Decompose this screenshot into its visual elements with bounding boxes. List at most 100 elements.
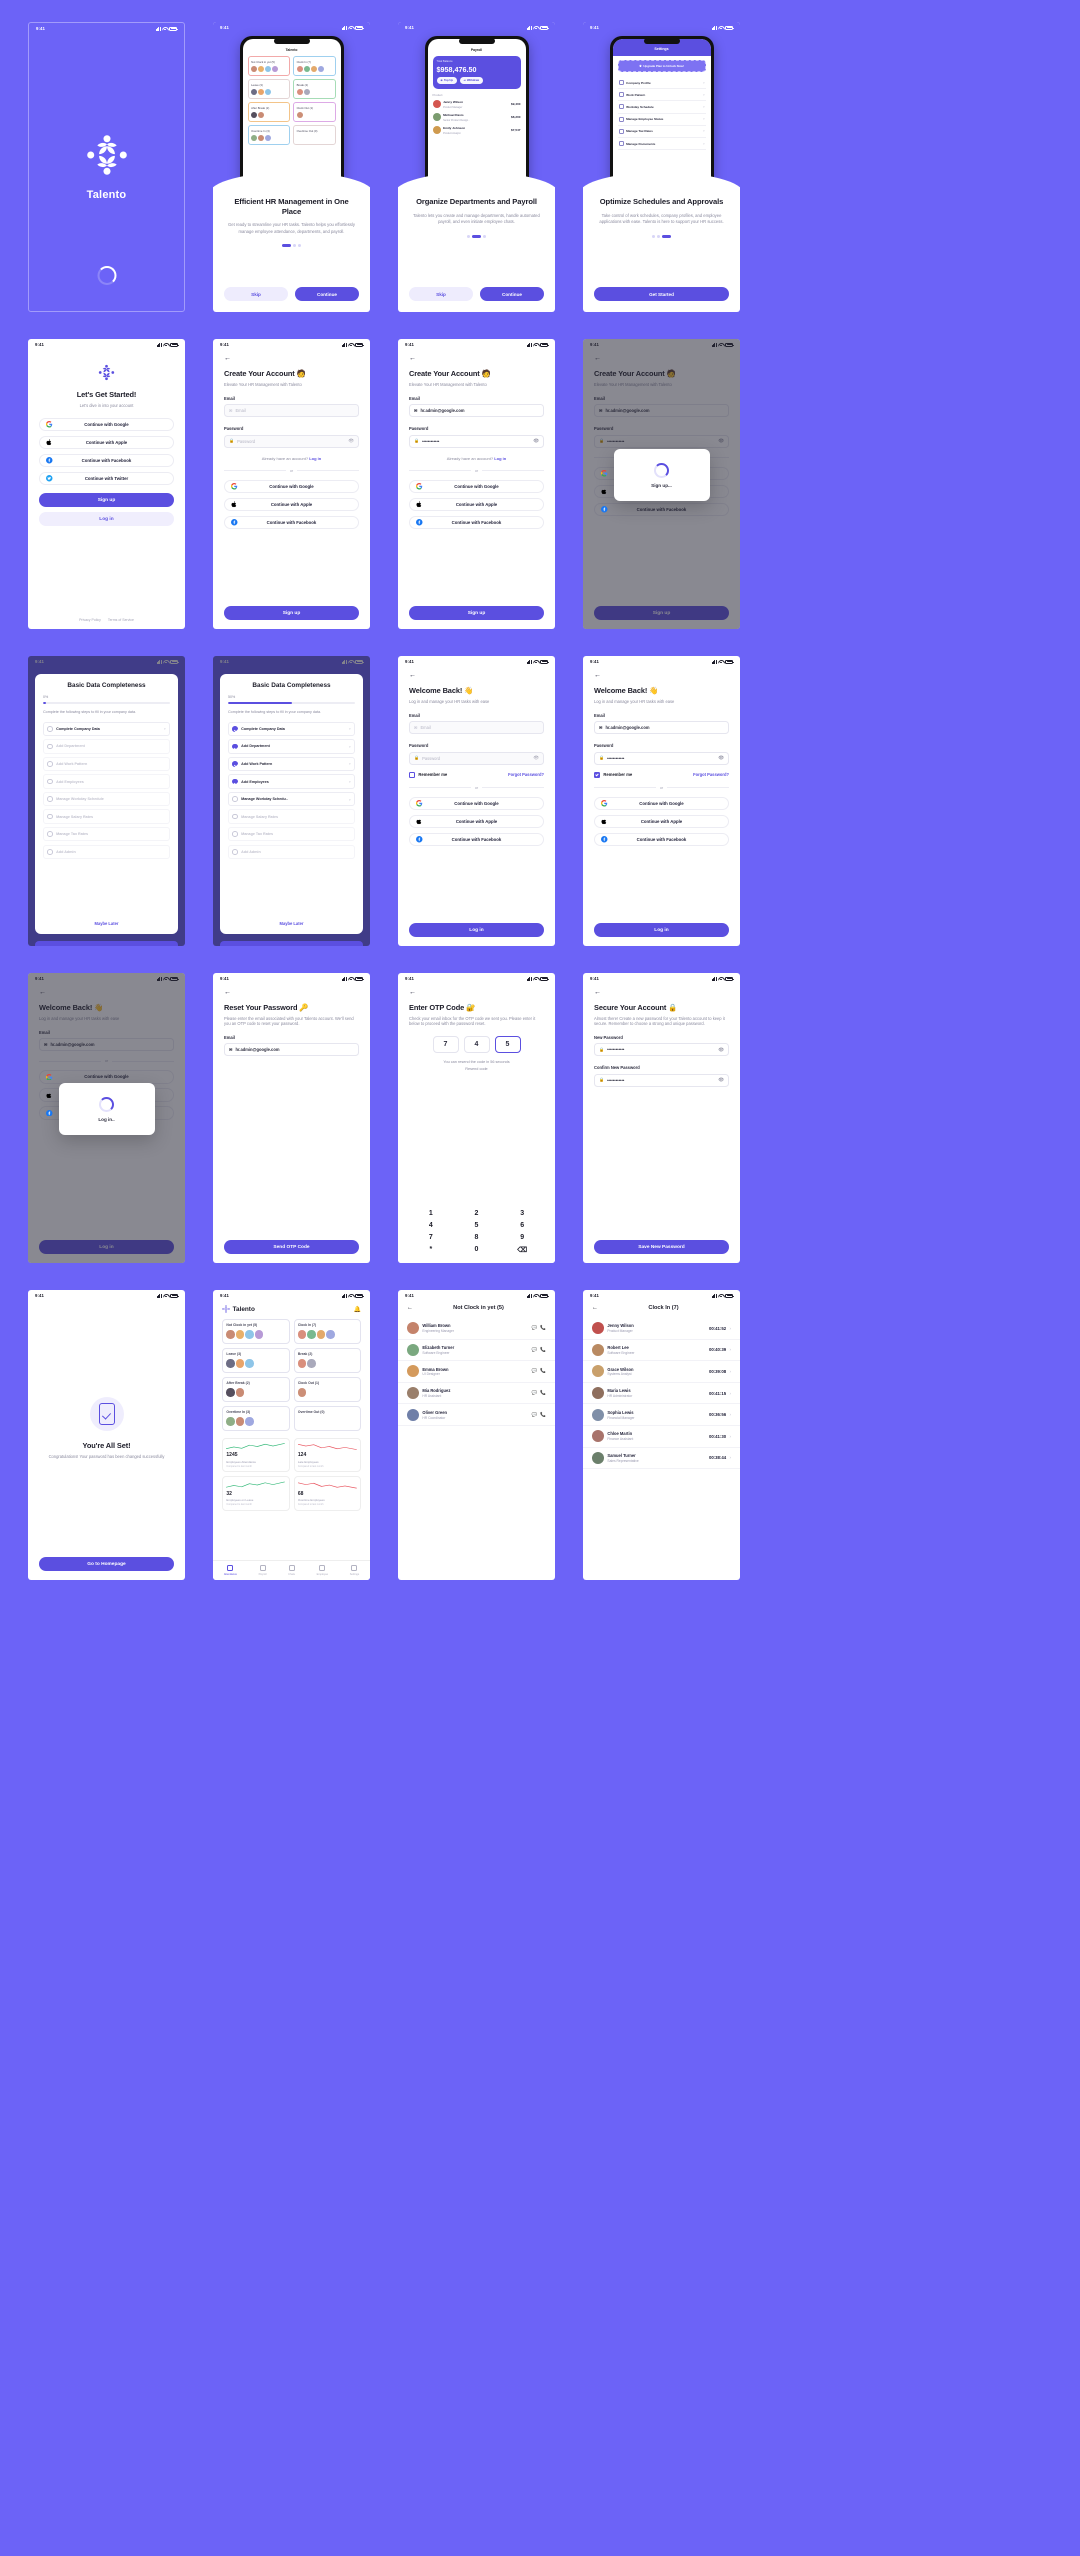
- tab-employee[interactable]: Employee: [317, 1565, 328, 1576]
- payroll-row[interactable]: Michael Davis Senior Product Design.. $8,2…: [432, 112, 521, 122]
- phone-icon[interactable]: 📞: [540, 1347, 546, 1353]
- key-2[interactable]: 2: [454, 1210, 500, 1217]
- send-otp-button[interactable]: Send OTP Code: [224, 1240, 359, 1254]
- continue-with-facebook-button[interactable]: Continue with Facebook: [409, 515, 544, 529]
- phone-icon[interactable]: 📞: [540, 1325, 546, 1331]
- eye-off-icon[interactable]: 👁: [533, 438, 539, 444]
- otp-digit-2[interactable]: 4: [463, 1035, 490, 1053]
- upgrade-banner[interactable]: ♛ Upgrade Plan to Unlock Now!: [617, 60, 706, 72]
- list-item[interactable]: Oliver Green HR Coordinator 💬 📞: [398, 1404, 555, 1426]
- password-field[interactable]: 🔒•••••••••••• 👁: [594, 751, 729, 765]
- signup-button[interactable]: Sign up: [224, 606, 359, 620]
- continue-with-google-button[interactable]: Continue with Google: [39, 417, 174, 431]
- maybe-later-button[interactable]: Maybe Later: [220, 921, 363, 926]
- email-field[interactable]: ✉ Email: [409, 721, 544, 734]
- back-arrow-icon[interactable]: ←: [409, 672, 544, 679]
- step-row[interactable]: Complete Company Data ›: [43, 721, 170, 737]
- continue-with-twitter-button[interactable]: Continue with Twitter: [39, 471, 174, 485]
- key-7[interactable]: 7: [408, 1234, 454, 1241]
- back-arrow-icon[interactable]: ←: [224, 355, 359, 362]
- settings-row[interactable]: Work Pattern ›: [617, 89, 706, 102]
- tile-overtime-in[interactable]: Overtime In (3): [222, 1406, 290, 1431]
- back-arrow-icon[interactable]: ←: [409, 355, 544, 362]
- continue-with-google-button[interactable]: Continue with Google: [409, 796, 544, 810]
- continue-with-facebook-button[interactable]: Continue with Facebook: [224, 515, 359, 529]
- key-star[interactable]: *: [408, 1246, 454, 1254]
- email-field[interactable]: ✉hr.admin@google.com: [224, 1043, 359, 1056]
- login-button[interactable]: Log in: [409, 923, 544, 937]
- eye-off-icon[interactable]: 👁: [533, 755, 539, 761]
- confirm-password-field[interactable]: 🔒 •••••••••••• 👁: [594, 1073, 729, 1087]
- email-field[interactable]: ✉hr.admin@google.com: [594, 721, 729, 734]
- back-arrow-icon[interactable]: ←: [407, 1305, 413, 1311]
- top-up-button[interactable]: ⊕ Top Up: [436, 76, 458, 85]
- eye-off-icon[interactable]: 👁: [718, 1077, 724, 1083]
- back-arrow-icon[interactable]: ←: [592, 1305, 598, 1311]
- key-6[interactable]: 6: [499, 1222, 545, 1229]
- stat-card[interactable]: 124 Late Employees Compared to last month: [293, 1438, 361, 1473]
- continue-with-google-button[interactable]: Continue with Google: [224, 479, 359, 493]
- key-3[interactable]: 3: [499, 1210, 545, 1217]
- skip-button[interactable]: Skip: [409, 287, 473, 301]
- maybe-later-button[interactable]: Maybe Later: [35, 921, 178, 926]
- backspace-icon[interactable]: ⌫: [499, 1246, 545, 1254]
- new-password-field[interactable]: 🔒 •••••••••••• 👁: [594, 1043, 729, 1056]
- list-item[interactable]: Grace Wilson Systems Analyst 00:39:08 ›: [583, 1361, 740, 1383]
- tile-leave[interactable]: Leave (3): [222, 1348, 290, 1373]
- signup-button[interactable]: Sign up: [409, 606, 544, 620]
- continue-with-apple-button[interactable]: Continue with Apple: [224, 497, 359, 511]
- continue-with-google-button[interactable]: Continue with Google: [594, 796, 729, 810]
- remember-me-checkbox[interactable]: [409, 771, 415, 778]
- settings-row[interactable]: Manage Tax Rates ›: [617, 126, 706, 138]
- settings-row[interactable]: Workday Schedule ›: [617, 101, 706, 114]
- resend-code-link[interactable]: Resend code: [409, 1067, 544, 1071]
- forgot-password-link[interactable]: Forgot Password?: [508, 772, 544, 777]
- continue-with-google-button[interactable]: Continue with Google: [409, 479, 544, 493]
- eye-off-icon[interactable]: 👁: [348, 438, 354, 444]
- chat-icon[interactable]: 💬: [532, 1412, 538, 1418]
- skip-button[interactable]: Skip: [224, 287, 288, 301]
- tile-break[interactable]: Break (2): [293, 1348, 361, 1373]
- tab-settings[interactable]: Settings: [350, 1565, 359, 1576]
- continue-with-facebook-button[interactable]: Continue with Facebook: [594, 832, 729, 846]
- phone-icon[interactable]: 📞: [540, 1412, 546, 1418]
- eye-off-icon[interactable]: 👁: [718, 755, 724, 761]
- terms-of-service-link[interactable]: Terms of Service: [108, 618, 134, 622]
- key-9[interactable]: 9: [499, 1234, 545, 1241]
- otp-digit-1[interactable]: 7: [432, 1035, 459, 1053]
- key-1[interactable]: 1: [408, 1210, 454, 1217]
- chat-icon[interactable]: 💬: [532, 1368, 538, 1374]
- list-item[interactable]: Mia Rodriguez HR Assistant 💬 📞: [398, 1383, 555, 1405]
- list-item[interactable]: Maria Lewis HR Administrator 00:41:15 ›: [583, 1383, 740, 1405]
- password-field[interactable]: 🔒 Password 👁: [409, 751, 544, 765]
- key-4[interactable]: 4: [408, 1222, 454, 1229]
- stat-card[interactable]: 32 Employees on Leave Compared to last mon…: [222, 1476, 290, 1511]
- remember-me-checkbox[interactable]: [594, 771, 600, 778]
- continue-button[interactable]: Continue: [295, 287, 359, 301]
- key-5[interactable]: 5: [454, 1222, 500, 1229]
- save-password-button[interactable]: Save New Password: [594, 1240, 729, 1254]
- tab-payroll[interactable]: Payroll: [259, 1565, 267, 1576]
- step-row[interactable]: Add Employees ›: [228, 774, 355, 789]
- step-row[interactable]: Add Work Pattern ›: [228, 756, 355, 772]
- tile-overtime-out[interactable]: Overtime Out (0): [293, 1406, 361, 1431]
- payroll-row[interactable]: Jenny Wilson Product Manager $9,400: [432, 99, 521, 109]
- step-row[interactable]: Manage Workday Schedu.. ›: [228, 791, 355, 807]
- back-arrow-icon[interactable]: ←: [594, 989, 729, 996]
- list-item[interactable]: William Brown Engineering Manager 💬 📞: [398, 1318, 555, 1340]
- step-row[interactable]: Add Department ›: [228, 739, 355, 754]
- stat-card[interactable]: 68 Overtime Employees Compared to last mon…: [293, 1476, 361, 1511]
- tab-attendance[interactable]: Attendance: [224, 1565, 237, 1576]
- tile-after-break[interactable]: After Break (2): [222, 1377, 290, 1402]
- list-item[interactable]: Jenny Wilson Product Manager 00:41:52 ›: [583, 1318, 740, 1340]
- login-link[interactable]: Log in: [309, 456, 321, 461]
- withdraw-button[interactable]: ⇥ Withdraw: [459, 76, 484, 85]
- list-item[interactable]: Samuel Turner Sales Representative 00:38:4…: [583, 1448, 740, 1470]
- signup-button[interactable]: Sign up: [39, 493, 174, 507]
- privacy-policy-link[interactable]: Privacy Policy: [79, 618, 101, 622]
- email-field[interactable]: ✉hr.admin@google.com: [409, 404, 544, 417]
- notification-bell-icon[interactable]: 🔔: [354, 1306, 361, 1313]
- tile-clocked-in[interactable]: Clock In (7): [293, 1319, 361, 1344]
- key-0[interactable]: 0: [454, 1246, 500, 1254]
- step-row[interactable]: Complete Company Data ›: [228, 721, 355, 737]
